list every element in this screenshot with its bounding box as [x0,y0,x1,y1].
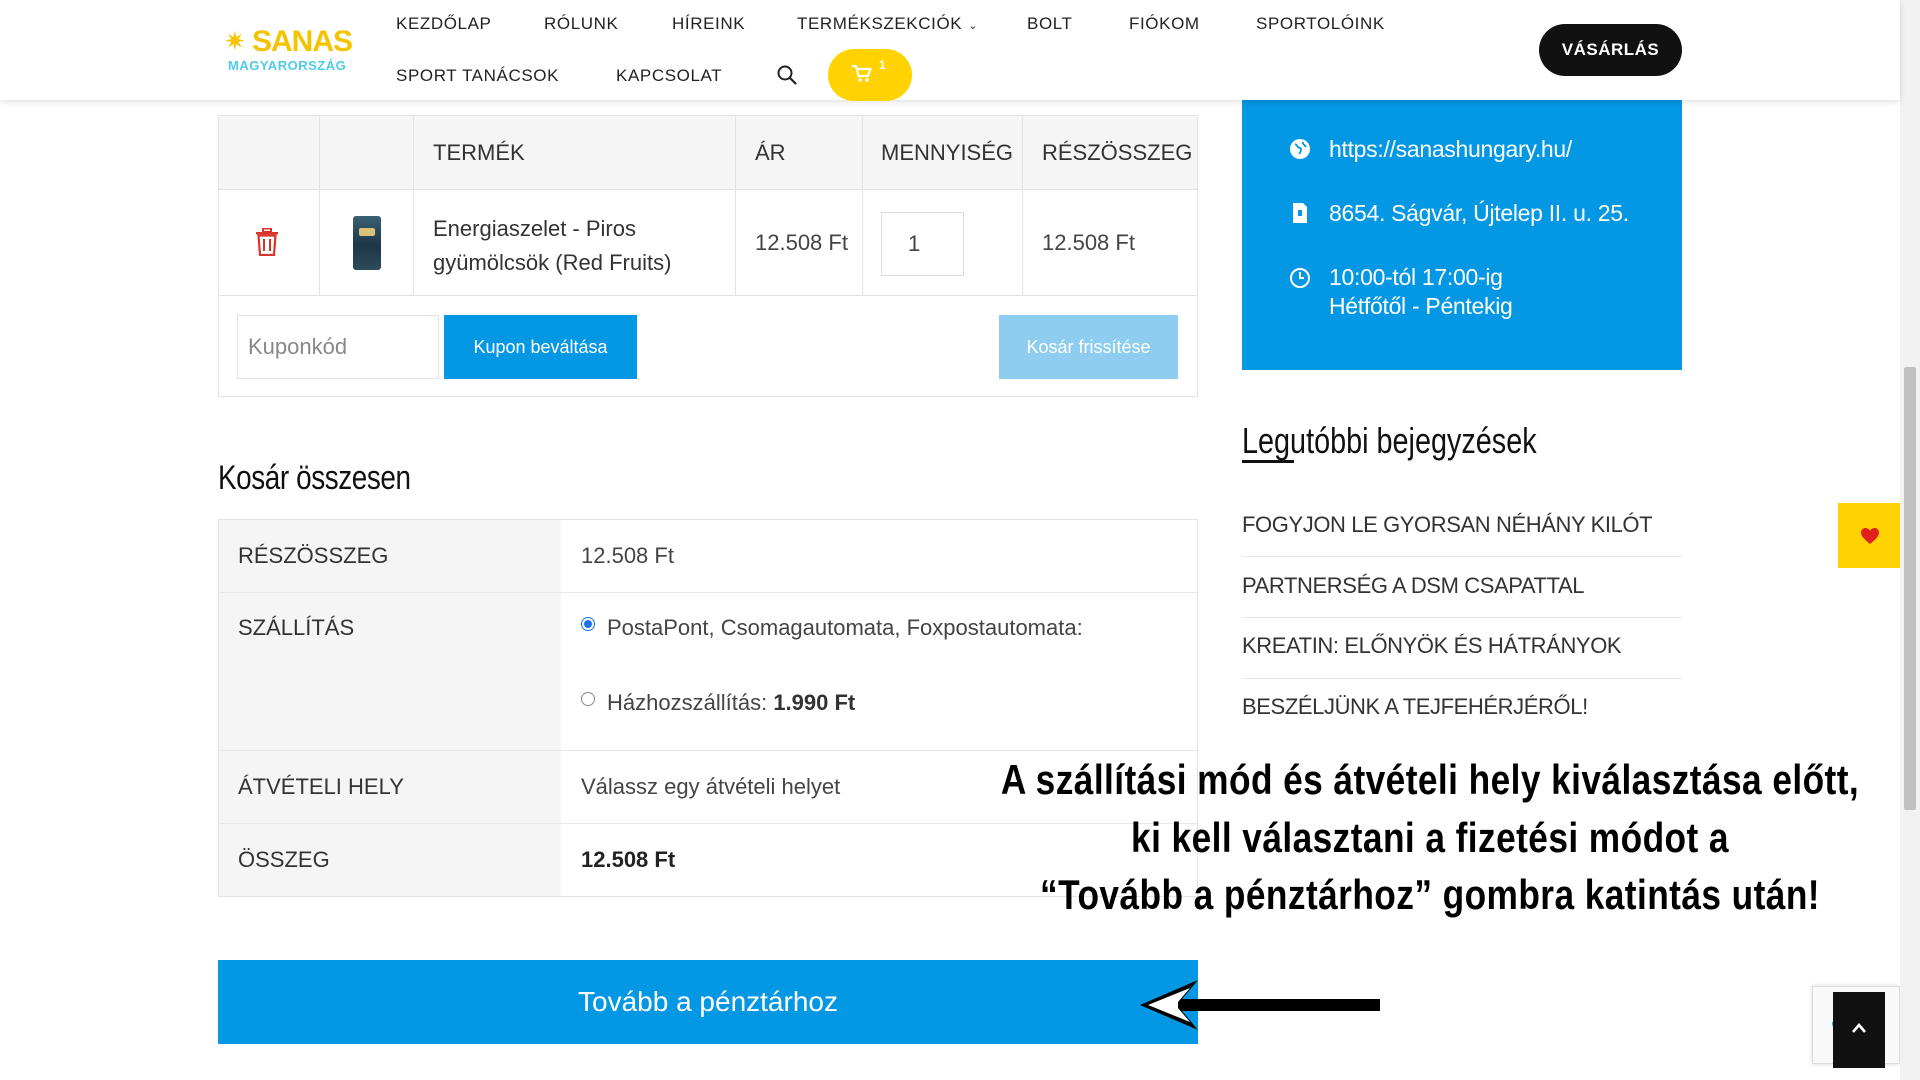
product-thumbnail[interactable] [353,216,381,270]
post-divider [1242,678,1682,679]
scrollbar-thumb[interactable] [1904,367,1916,810]
annotation-line-1: A szállítási mód és átvételi hely kivála… [1000,756,1860,803]
totals-row-shipping: SZÁLLÍTÁS PostaPont, Csomagautomata, Fox… [219,593,1197,751]
col-header-price: ÁR [755,140,786,165]
buy-button[interactable]: VÁSÁRLÁS [1539,24,1682,76]
totals-label-cell: SZÁLLÍTÁS [219,593,561,750]
totals-label-cell: RÉSZÖSSZEG [219,520,561,592]
logo-star-icon: ✷ [224,26,246,56]
site-header: ✷ SANAS MAGYARORSZÁG KEZDŐLAP RÓLUNK HÍR… [0,0,1900,101]
col-header-subtotal: RÉSZÖSSZEG [1042,140,1193,165]
shipping-option-home[interactable]: Házhozszállítás: 1.990 Ft [607,690,855,716]
nav-contact[interactable]: KAPCSOLAT [616,66,722,86]
contact-website-link[interactable]: https://sanashungary.hu/ [1329,136,1572,163]
shipping-option-postapont[interactable]: PostaPont, Csomagautomata, Foxpostautoma… [607,615,1083,641]
product-name-link[interactable]: Energiaszelet - Piros gyümölcsök (Red Fr… [433,212,673,280]
subtotal-value: 12.508 Ft [581,543,674,568]
pickup-label: ÁTVÉTELI HELY [238,774,404,799]
cart-item-row: Energiaszelet - Piros gyümölcsök (Red Fr… [219,190,1197,296]
total-value: 12.508 Ft [581,847,676,872]
address-card-icon [1293,203,1307,223]
post-divider [1242,556,1682,557]
contact-days: Hétfőtől - Péntekig [1329,293,1513,319]
shipping-radio-home[interactable] [581,692,595,706]
recent-posts-underline [1242,460,1294,463]
scroll-to-top-button[interactable] [1833,992,1885,1068]
update-cart-button[interactable]: Kosár frissítése [999,315,1178,379]
nav-sport-tips[interactable]: SPORT TANÁCSOK [396,66,559,86]
nav-shop[interactable]: BOLT [1027,14,1073,34]
recent-post-link[interactable]: FOGYJON LE GYORSAN NÉHÁNY KILÓT [1242,512,1682,538]
recent-post-link[interactable]: PARTNERSÉG A DSM CSAPATTAL [1242,573,1682,599]
globe-icon [1290,139,1310,159]
recent-posts-title: Legutóbbi bejegyzések [1242,420,1537,461]
nav-about[interactable]: RÓLUNK [544,14,618,34]
total-label: ÖSSZEG [238,847,330,872]
contact-address: 8654. Ságvár, Újtelep II. u. 25. [1329,200,1629,226]
cart-button[interactable]: 1 [828,49,912,101]
annotation-line-2: ki kell választani a fizetési módot a [1131,814,1729,861]
apply-coupon-button[interactable]: Kupon beváltása [444,315,637,379]
contact-hours: 10:00-tól 17:00-ig [1329,264,1503,290]
coupon-input[interactable] [237,315,439,379]
totals-label-cell: ÁTVÉTELI HELY [219,751,561,823]
product-subtotal: 12.508 Ft [1042,230,1135,255]
chevron-down-icon: ⌄ [968,20,979,32]
site-logo[interactable]: ✷ SANAS MAGYARORSZÁG [224,26,356,76]
logo-name: SANAS [252,25,353,58]
col-header-quantity: MENNYISÉG [881,140,1014,165]
cart-count-badge: 1 [879,58,886,72]
annotation-arrow-icon [1140,980,1380,1030]
logo-subtitle: MAGYARORSZÁG [228,58,347,73]
shipping-label: SZÁLLÍTÁS [238,615,355,640]
recent-post-link[interactable]: KREATIN: ELŐNYÖK ÉS HÁTRÁNYOK [1242,633,1682,659]
cart-table: TERMÉK ÁR MENNYISÉG RÉSZÖSSZEG Energiasz… [218,115,1198,397]
pickup-select[interactable]: Válassz egy átvételi helyet [581,774,840,800]
nav-news[interactable]: HÍREINK [672,14,745,34]
nav-home[interactable]: KEZDŐLAP [396,14,492,34]
quantity-input[interactable] [881,212,964,276]
col-header-product: TERMÉK [433,140,525,165]
trash-icon[interactable] [255,228,279,256]
totals-row-subtotal: RÉSZÖSSZEG 12.508 Ft [219,520,1197,593]
recent-post-link[interactable]: BESZÉLJÜNK A TEJFEHÉRJÉRŐL! [1242,694,1682,720]
wishlist-tab[interactable] [1838,503,1900,568]
search-icon[interactable] [777,65,797,85]
product-price: 12.508 Ft [755,230,848,255]
subtotal-label: RÉSZÖSSZEG [238,543,389,568]
contact-info-box: https://sanashungary.hu/ 8654. Ságvár, Ú… [1242,100,1682,370]
totals-label-cell: ÖSSZEG [219,824,561,896]
annotation-line-3: “Tovább a pénztárhoz” gombra katintás ut… [1040,871,1820,918]
nav-athletes[interactable]: SPORTOLÓINK [1256,14,1385,34]
proceed-to-checkout-button[interactable]: Tovább a pénztárhoz [218,960,1198,1044]
nav-account[interactable]: FIÓKOM [1129,14,1200,34]
shipping-option-home-price: 1.990 Ft [773,690,856,715]
nav-product-sections[interactable]: TERMÉKSZEKCIÓK ⌄ [797,14,978,34]
cart-totals-title: Kosár összesen [218,459,411,497]
shipping-option-home-label: Házhozszállítás: [607,690,768,715]
nav-product-sections-label: TERMÉKSZEKCIÓK [797,14,963,33]
heart-icon [1861,528,1879,544]
clock-icon [1290,268,1310,288]
chevron-up-icon [1852,1023,1866,1033]
shipping-radio-postapont[interactable] [581,617,595,631]
cart-icon [852,65,872,82]
post-divider [1242,617,1682,618]
